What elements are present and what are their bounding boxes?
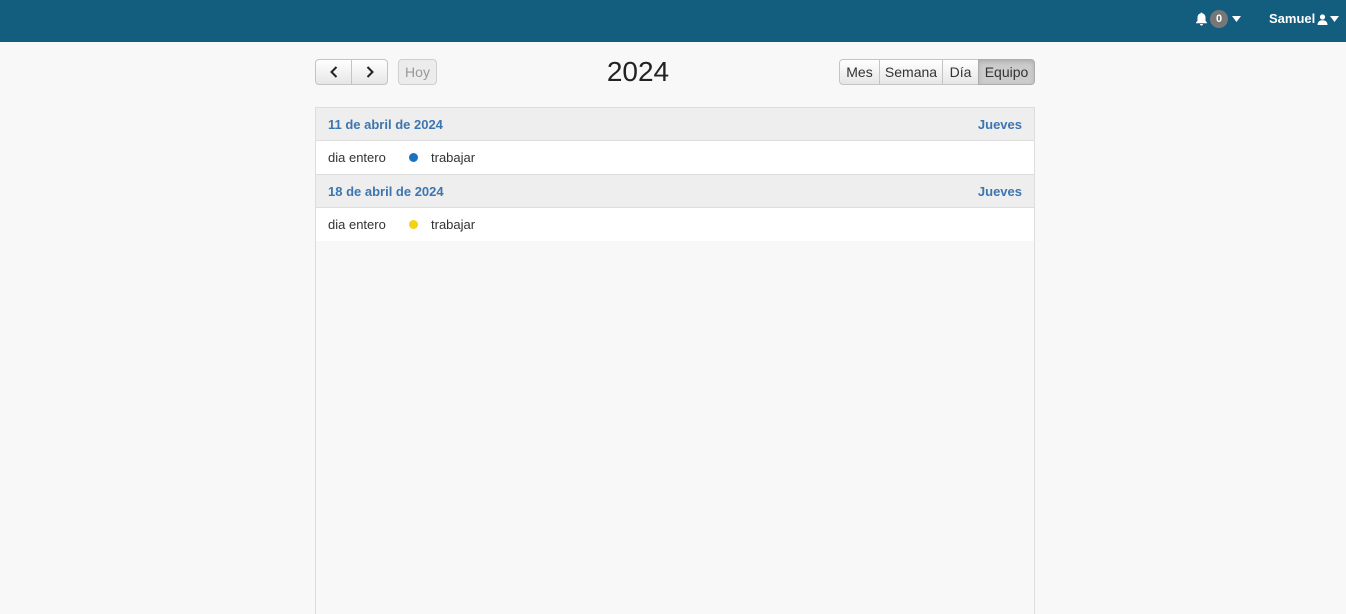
day-date[interactable]: 11 de abril de 2024 [328, 117, 443, 132]
day-weekday[interactable]: Jueves [978, 117, 1022, 132]
view-team-button[interactable]: Equipo [978, 59, 1035, 85]
bell-icon [1196, 12, 1207, 26]
view-month-button[interactable]: Mes [839, 59, 880, 85]
user-icon [1317, 13, 1328, 25]
today-button[interactable]: Hoy [398, 59, 437, 85]
day-date[interactable]: 18 de abril de 2024 [328, 184, 444, 199]
top-navbar: 0 Samuel [0, 0, 1346, 42]
day-header: 18 de abril de 2024 Jueves [316, 174, 1034, 208]
notifications-count-badge: 0 [1210, 10, 1228, 28]
caret-down-icon [1232, 16, 1241, 22]
event-time: dia entero [328, 150, 386, 165]
event-list: 11 de abril de 2024 Jueves dia entero tr… [315, 107, 1035, 614]
prev-period-button[interactable] [315, 59, 352, 85]
day-weekday[interactable]: Jueves [978, 184, 1022, 199]
user-menu-dropdown[interactable]: Samuel [1269, 10, 1340, 28]
day-header: 11 de abril de 2024 Jueves [316, 108, 1034, 141]
event-row[interactable]: dia entero trabajar [316, 141, 1034, 174]
event-row[interactable]: dia entero trabajar [316, 208, 1034, 241]
event-title: trabajar [431, 150, 476, 165]
next-period-button[interactable] [351, 59, 388, 85]
chevron-right-icon [366, 66, 374, 78]
view-week-button[interactable]: Semana [879, 59, 943, 85]
caret-down-icon [1330, 16, 1340, 22]
user-name: Samuel [1269, 11, 1316, 26]
event-time: dia entero [328, 217, 386, 232]
event-color-dot [409, 153, 418, 162]
event-title: trabajar [431, 217, 476, 232]
view-day-button[interactable]: Día [942, 59, 979, 85]
chevron-left-icon [329, 66, 337, 78]
notifications-dropdown[interactable]: 0 [1195, 10, 1241, 28]
calendar-title: 2024 [606, 56, 670, 87]
event-color-dot [409, 220, 418, 229]
